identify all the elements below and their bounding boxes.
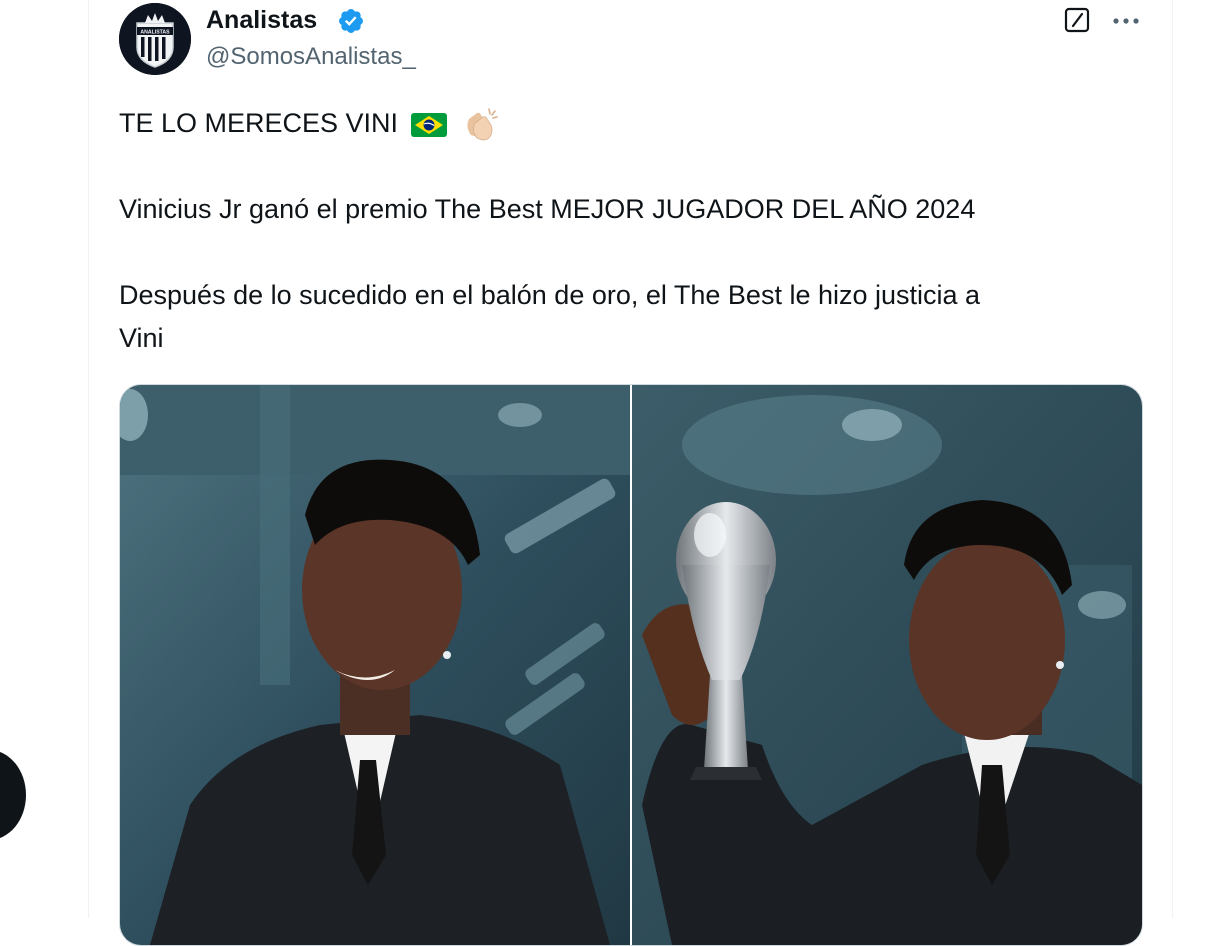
author-name[interactable]: Analistas [206,4,317,36]
author-handle[interactable]: @SomosAnalistas_ [206,42,416,72]
floating-action-button[interactable] [0,750,26,840]
author-avatar[interactable]: ANALISTAS [119,3,191,75]
tweet-line-3: Después de lo sucedido en el balón de or… [119,280,981,310]
tweet-line-4: Vini [119,323,164,353]
tweet-line-1-text: TE LO MERECES VINI [119,108,399,138]
tweet-media[interactable] [119,384,1143,946]
photo-player-smiling[interactable] [120,385,630,945]
brazil-flag-icon [410,112,447,137]
photo-player-holding-trophy[interactable] [632,385,1142,945]
tweet-card[interactable]: ANALISTAS Analistas @SomosAnalistas_ TE … [89,0,1172,946]
verified-icon [339,9,363,33]
clap-icon [467,108,498,141]
more-icon[interactable] [1109,6,1143,34]
tweet-line-2: Vinicius Jr ganó el premio The Best MEJO… [119,194,976,224]
tweet-line-1: TE LO MERECES VINI [119,102,1129,145]
avatar-text: ANALISTAS [140,30,170,36]
tweet-text: TE LO MERECES VINI Vinicius Jr ganó el p… [119,102,1129,360]
timeline-border-right [1172,0,1173,918]
grok-icon[interactable] [1063,6,1091,34]
